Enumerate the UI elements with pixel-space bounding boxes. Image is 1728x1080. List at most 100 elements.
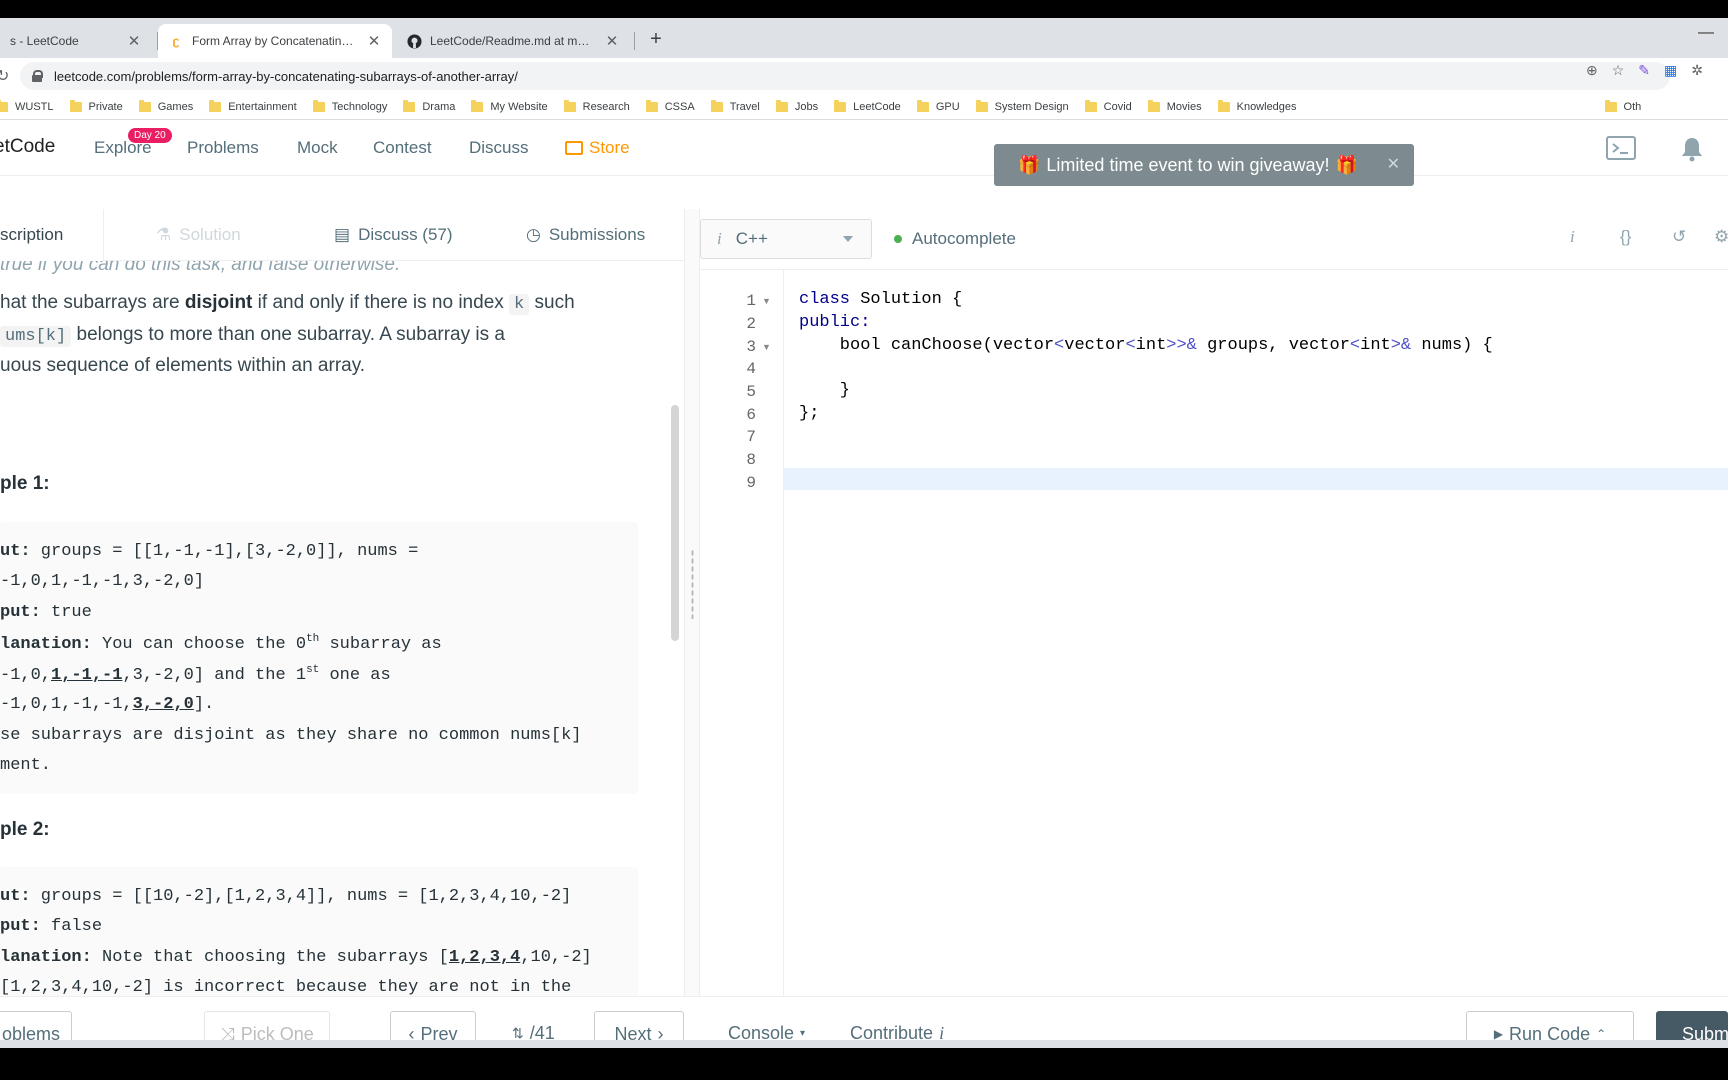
chevron-down-icon [843,236,853,242]
tab-description[interactable]: scription [0,209,104,261]
bookmark-drama[interactable]: Drama [403,99,455,113]
nav-contest[interactable]: Contest [373,138,432,158]
browser-window: s - LeetCode ✕ ʗ Form Array by Concatena… [0,18,1728,1058]
chevron-down-icon: ▾ [800,1028,806,1039]
line-number: 1 [746,292,756,310]
extension-pen-icon[interactable]: ✎ [1638,62,1650,79]
folder-icon [975,99,988,112]
example-line: put: true [0,603,92,622]
extensions-icon[interactable]: ✲ [1691,62,1703,79]
leetcode-logo[interactable]: etCode [0,136,55,158]
url-text: leetcode.com/problems/form-array-by-conc… [54,68,518,84]
bookmark-movies[interactable]: Movies [1147,99,1202,113]
code-editor[interactable]: 1 ▼ 2 3 ▼ 4 5 6 7 8 9 class Solution { p… [700,269,1728,996]
bookmark-research[interactable]: Research [563,99,630,113]
bookmarks-bar: WUSTL Private Games Entertainment Techno… [0,94,1728,120]
fold-arrow-icon[interactable]: ▼ [762,342,771,352]
bookmark-my-website[interactable]: My Website [471,99,548,113]
tab-github-readme[interactable]: LeetCode/Readme.md at master ✕ [396,24,630,58]
tab-leetcode[interactable]: s - LeetCode ✕ [0,24,152,58]
toolbar-icons: ⊕ ☆ ✎ ▦ ✲ [1586,62,1703,79]
bookmark-entertainment[interactable]: Entertainment [209,99,297,113]
close-icon[interactable]: ✕ [1387,154,1400,174]
gift-icon: 🎁 [1335,154,1358,175]
tab-solution[interactable]: ⚗ Solution [156,209,241,261]
description-line: true if you can do this task, and false … [0,261,401,275]
bookmark-cssa[interactable]: CSSA [645,99,695,113]
bookmark-covid[interactable]: Covid [1084,99,1132,113]
address-bar[interactable]: leetcode.com/problems/form-array-by-conc… [20,62,1670,90]
folder-icon [916,99,929,112]
example-line: [1,2,3,4,10,-2] is incorrect because the… [0,978,572,996]
close-icon[interactable]: ✕ [604,32,620,50]
bell-icon[interactable] [1680,136,1704,168]
promo-banner[interactable]: 🎁 Limited time event to win giveaway! 🎁 … [994,144,1414,186]
close-icon[interactable]: ✕ [126,32,142,50]
bookmark-gpu[interactable]: GPU [916,99,960,113]
playground-icon[interactable] [1606,136,1638,168]
example-line: -1,0,1,-1,-1,3,-2,0] and the 1st one as [0,664,391,685]
tab-discuss[interactable]: ▤ Discuss (57) [334,209,453,261]
tab-separator [634,32,635,50]
example-line: lanation: You can choose the 0th subarra… [0,633,442,654]
minimize-icon[interactable]: — [1698,24,1714,42]
folder-icon [209,99,222,112]
bookmark-private[interactable]: Private [69,99,123,113]
bookmark-games[interactable]: Games [138,99,193,113]
example-line: se subarrays are disjoint as they share … [0,726,582,745]
line-number: 2 [746,315,756,333]
promo-text: Limited time event to win giveaway! [1046,154,1330,175]
example-line: put: false [0,917,103,936]
autocomplete-toggle[interactable]: Autocomplete [894,229,1016,249]
new-tab-button[interactable]: + [644,28,668,51]
language-select[interactable]: i C++ [700,219,872,259]
info-icon[interactable]: i [1570,227,1575,247]
folder-icon [312,99,325,112]
line-number: 5 [746,383,756,401]
braces-icon[interactable]: {} [1620,227,1631,247]
folder-icon [471,99,484,112]
folder-icon [563,99,576,112]
browser-toolbar: ↻ leetcode.com/problems/form-array-by-co… [0,58,1728,94]
example-line: ment. [0,756,52,775]
nav-discuss[interactable]: Discuss [469,138,529,158]
bookmark-wustl[interactable]: WUSTL [0,99,54,113]
description-line: ums[k] belongs to more than one subarray… [0,319,505,353]
reload-icon[interactable]: ↻ [0,66,9,86]
description-scrollbar[interactable] [671,405,679,641]
folder-icon [1604,99,1617,112]
line-number: 9 [746,474,756,492]
nav-problems[interactable]: Problems [187,138,259,158]
chevron-up-icon: ⌃ [1596,1027,1607,1041]
tab-submissions[interactable]: ◷ Submissions [526,209,645,261]
bookmark-other[interactable]: Oth [1604,99,1641,113]
example-1-title: ple 1: [0,473,50,494]
panel-resizer[interactable] [684,209,700,996]
bookmark-star-icon[interactable]: ☆ [1612,62,1625,79]
code-line: }; [799,404,820,423]
lock-icon [32,70,43,82]
folder-icon [1147,99,1160,112]
nav-mock[interactable]: Mock [297,138,338,158]
folder-icon [834,99,847,112]
zoom-icon[interactable]: ⊕ [1586,62,1598,79]
bookmark-knowledges[interactable]: Knowledges [1217,99,1297,113]
fold-arrow-icon[interactable]: ▼ [762,296,771,306]
bookmark-jobs[interactable]: Jobs [775,99,818,113]
comment-icon: ▤ [334,225,351,244]
nav-store[interactable]: Store [565,138,630,158]
extension-translate-icon[interactable]: ▦ [1664,62,1677,79]
tab-form-array[interactable]: ʗ Form Array by Concatenating Su ✕ [158,24,392,58]
example-2-block: ut: groups = [[10,-2],[1,2,3,4]], nums =… [0,867,638,996]
bookmark-system-design[interactable]: System Design [975,99,1069,113]
bookmark-technology[interactable]: Technology [312,99,387,113]
settings-icon[interactable]: ⚙ [1714,227,1728,247]
code-line: class Solution { [799,290,963,309]
reset-icon[interactable]: ↺ [1672,227,1686,247]
close-icon[interactable]: ✕ [366,32,382,50]
folder-icon [0,99,8,112]
bookmark-leetcode[interactable]: LeetCode [834,99,901,113]
bookmark-travel[interactable]: Travel [710,99,760,113]
folder-icon [645,99,658,112]
day-badge: Day 20 [128,128,172,143]
